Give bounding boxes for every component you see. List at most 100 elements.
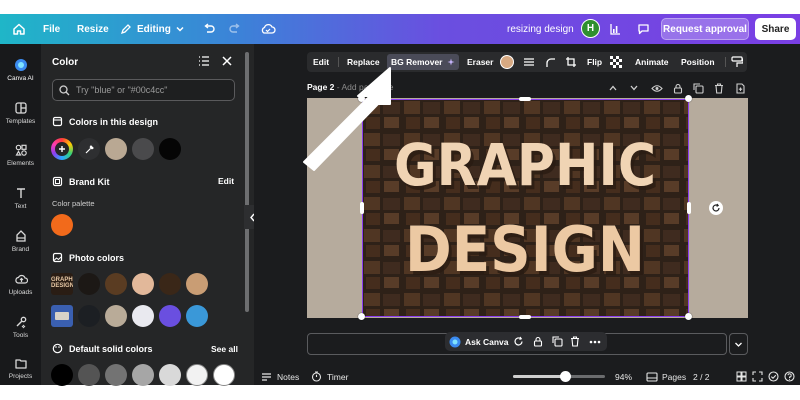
eyedropper-button[interactable]: [78, 138, 100, 160]
add-color-button[interactable]: [51, 138, 73, 160]
brand-color-swatch[interactable]: [51, 214, 73, 236]
thumbnail-text: GRAPHICDESIGN: [51, 277, 73, 289]
ask-canva-button[interactable]: Ask Canva: [449, 332, 508, 351]
photo-color-swatch[interactable]: [159, 305, 181, 327]
notes-button[interactable]: Notes: [261, 368, 299, 385]
request-approval-button[interactable]: Request approval: [661, 18, 749, 40]
photo-color-swatch[interactable]: [186, 305, 208, 327]
resize-handle-right[interactable]: [687, 202, 691, 214]
rail-item-uploads[interactable]: Uploads: [0, 271, 41, 296]
expand-toggle-button[interactable]: [729, 333, 748, 355]
photo-thumbnail[interactable]: [51, 305, 73, 327]
solid-color-swatch[interactable]: [186, 364, 208, 386]
solid-color-swatch[interactable]: [105, 364, 127, 386]
redo-icon[interactable]: [228, 14, 242, 44]
rail-item-brand[interactable]: Brand: [0, 228, 41, 253]
photo-color-swatch[interactable]: [132, 273, 154, 295]
fill-color-button[interactable]: [500, 52, 514, 72]
design-color-swatch[interactable]: [132, 138, 154, 160]
position-button[interactable]: Position: [681, 52, 715, 72]
lock-icon[interactable]: [533, 332, 543, 351]
panel-scrollbar[interactable]: [245, 52, 249, 312]
brand-kit-edit-link[interactable]: Edit: [218, 176, 234, 186]
photo-color-swatch[interactable]: [186, 273, 208, 295]
rail-item-tools[interactable]: Tools: [0, 314, 41, 339]
rail-item-text[interactable]: Text: [0, 185, 41, 210]
check-icon[interactable]: [768, 368, 779, 385]
photo-color-swatch[interactable]: [105, 305, 127, 327]
rail-item-canva-ai[interactable]: Canva AI: [0, 57, 41, 82]
canva-ai-icon: [449, 336, 461, 347]
plus-icon: [55, 142, 69, 156]
solid-color-swatch[interactable]: [159, 364, 181, 386]
photo-color-swatch[interactable]: [105, 273, 127, 295]
home-icon[interactable]: [12, 14, 26, 44]
help-icon[interactable]: [784, 368, 795, 385]
pages-label: Pages: [662, 371, 687, 382]
more-options-icon[interactable]: [589, 332, 601, 351]
photo-color-swatch[interactable]: [132, 305, 154, 327]
close-icon[interactable]: [221, 54, 233, 72]
analytics-icon[interactable]: [609, 14, 621, 44]
cloud-saved-icon[interactable]: [260, 14, 276, 44]
lock-icon[interactable]: [673, 81, 683, 95]
trash-icon[interactable]: [714, 81, 724, 95]
resize-handle-left[interactable]: [360, 202, 364, 214]
photo-color-swatch[interactable]: [159, 273, 181, 295]
paint-format-icon[interactable]: [731, 52, 743, 72]
undo-icon[interactable]: [202, 14, 216, 44]
file-menu[interactable]: File: [43, 14, 60, 44]
border-style-icon[interactable]: [523, 52, 535, 72]
resize-handle-top[interactable]: [519, 97, 531, 101]
duplicate-icon[interactable]: [552, 332, 563, 351]
rail-item-elements[interactable]: Elements: [0, 142, 41, 167]
regenerate-icon[interactable]: [513, 332, 524, 351]
design-color-swatch[interactable]: [105, 138, 127, 160]
share-button[interactable]: Share: [755, 18, 796, 40]
rail-label: Text: [14, 203, 27, 210]
rail-item-templates[interactable]: Templates: [0, 100, 41, 125]
solid-color-swatch[interactable]: [213, 364, 235, 386]
flip-button[interactable]: Flip: [587, 52, 602, 72]
photo-color-swatch[interactable]: [78, 273, 100, 295]
zoom-slider-handle[interactable]: [559, 371, 571, 382]
eraser-button[interactable]: Eraser: [467, 52, 493, 72]
color-search-input[interactable]: Try "blue" or "#00c4cc": [52, 79, 235, 101]
pages-button[interactable]: Pages: [646, 368, 686, 385]
solid-color-swatch[interactable]: [78, 364, 100, 386]
add-page-icon[interactable]: [735, 81, 746, 95]
resize-button[interactable]: Resize: [77, 14, 109, 44]
animate-button[interactable]: Animate: [635, 52, 669, 72]
grid-view-icon[interactable]: [736, 368, 747, 385]
photo-color-swatch[interactable]: [78, 305, 100, 327]
resize-handle-bottom-right[interactable]: [685, 313, 692, 320]
chevron-up-icon[interactable]: [608, 81, 618, 95]
timer-button[interactable]: Timer: [311, 368, 348, 385]
solid-color-swatch[interactable]: [132, 364, 154, 386]
comment-icon[interactable]: [637, 14, 650, 44]
transparency-icon[interactable]: [610, 52, 622, 72]
design-color-swatch[interactable]: [159, 138, 181, 160]
rail-item-projects[interactable]: Projects: [0, 355, 41, 380]
photo-thumbnail[interactable]: GRAPHICDESIGN: [51, 273, 73, 295]
chevron-down-icon[interactable]: [629, 81, 639, 95]
resize-handle-bottom[interactable]: [519, 315, 531, 319]
user-avatar[interactable]: H: [581, 19, 600, 38]
selection-frame: [362, 99, 689, 317]
crop-icon[interactable]: [565, 52, 577, 72]
see-all-link[interactable]: See all: [211, 344, 238, 354]
eye-icon[interactable]: [651, 81, 663, 95]
document-title[interactable]: resizing design: [507, 14, 574, 44]
brand-kit-heading: Brand Kit: [52, 176, 110, 187]
editing-mode-dropdown[interactable]: Editing: [120, 14, 185, 44]
zoom-percentage[interactable]: 94%: [615, 368, 632, 385]
delete-icon[interactable]: [570, 332, 580, 351]
list-view-icon[interactable]: [198, 54, 210, 72]
corner-rounding-icon[interactable]: [545, 52, 556, 72]
fullscreen-icon[interactable]: [752, 368, 763, 385]
duplicate-page-icon[interactable]: [693, 81, 704, 95]
resize-handle-top-right[interactable]: [685, 95, 692, 102]
solid-color-swatch[interactable]: [51, 364, 73, 386]
rotate-handle[interactable]: [709, 201, 723, 215]
resize-handle-bottom-left[interactable]: [358, 313, 365, 320]
